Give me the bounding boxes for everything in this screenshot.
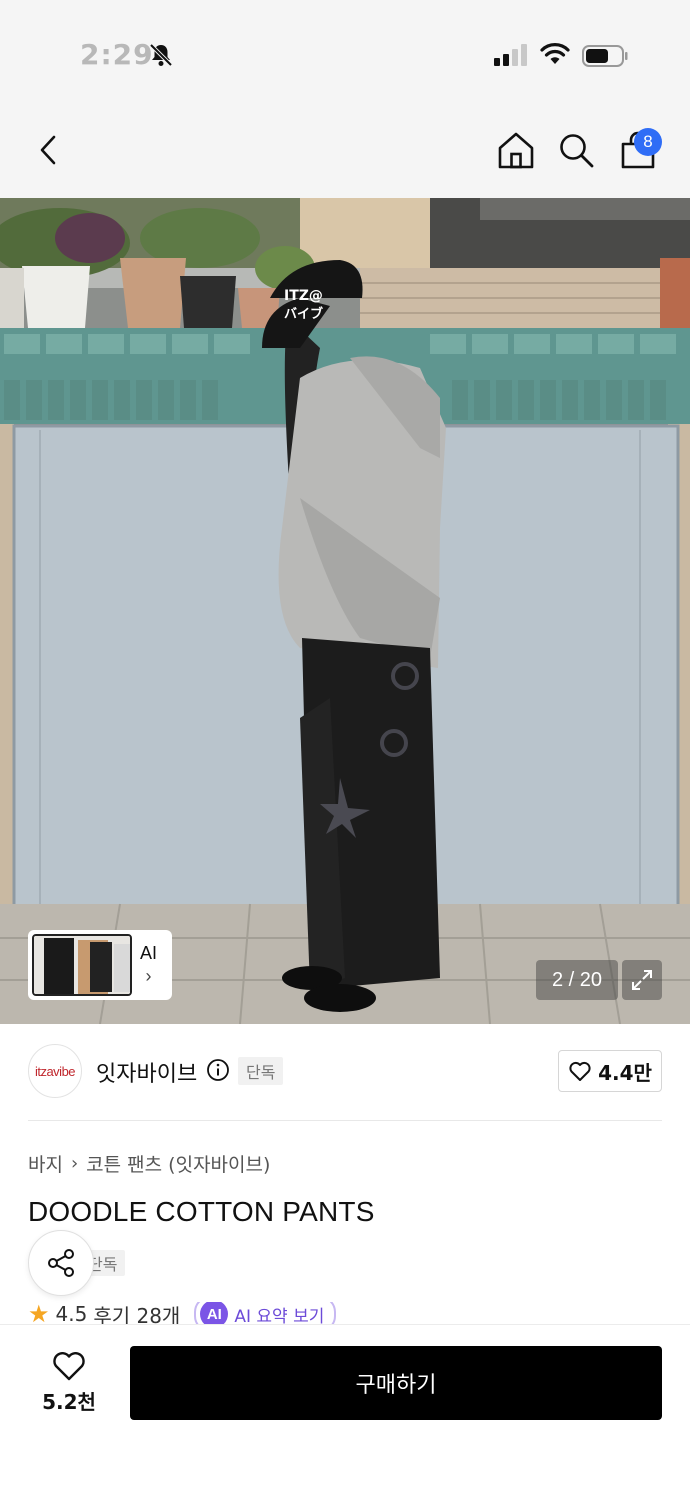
star-icon: ★ — [28, 1302, 50, 1326]
exclusive-tag: 단독 — [238, 1057, 284, 1085]
wishlist-button[interactable]: 5.2천 — [28, 1346, 110, 1418]
wishlist-count: 5.2천 — [42, 1389, 96, 1414]
ai-summary-button[interactable]: AI AI 요약 보기 — [194, 1302, 337, 1327]
product-image[interactable]: ITZ@ バイブ — [0, 198, 690, 1024]
ai-text: AI — [140, 943, 158, 963]
back-icon — [40, 135, 56, 165]
product-photo: ITZ@ バイブ — [0, 198, 690, 1024]
ai-badge-icon: AI — [200, 1302, 229, 1326]
bell-off-icon — [149, 43, 173, 67]
cap-print-line1: ITZ@ — [284, 288, 323, 304]
wifi-icon — [540, 43, 570, 64]
brand-name[interactable]: 잇자바이브 — [96, 1056, 197, 1088]
ai-label: AI › — [140, 943, 157, 987]
status-time: 2:29 — [80, 38, 154, 71]
brand-like-count: 4.4만 — [598, 1060, 652, 1085]
share-button[interactable] — [28, 1230, 94, 1296]
expand-image-button[interactable] — [622, 960, 662, 1000]
buy-button[interactable]: 구매하기 — [130, 1346, 662, 1420]
ai-similar-items-card[interactable]: AI › — [28, 930, 172, 1000]
home-button[interactable] — [494, 128, 538, 172]
back-button[interactable] — [26, 128, 70, 172]
search-icon — [560, 134, 594, 168]
similar-item-thumbnail — [32, 934, 132, 996]
product-title: DOODLE COTTON PANTS — [28, 1196, 375, 1227]
review-count[interactable]: 후기 28개 — [93, 1302, 180, 1327]
breadcrumb-subcategory[interactable]: 코튼 팬츠 (잇자바이브) — [86, 1150, 270, 1177]
top-nav-bar — [0, 110, 690, 198]
brand-logo[interactable]: itzavibe — [28, 1044, 82, 1098]
cart-count-badge: 8 — [634, 128, 662, 156]
search-button[interactable] — [554, 128, 598, 172]
home-icon — [498, 132, 534, 169]
expand-icon — [632, 970, 652, 990]
brand-like-button[interactable]: 4.4만 — [558, 1050, 662, 1092]
heart-icon — [53, 1351, 85, 1380]
signal-icon — [494, 44, 527, 66]
chevron-right-icon: › — [145, 966, 152, 986]
chevron-right-icon: › — [70, 1153, 79, 1174]
divider — [28, 1120, 662, 1121]
breadcrumb: 바지 › 코튼 팬츠 (잇자바이브) — [28, 1150, 270, 1177]
image-pager: 2 / 20 — [536, 960, 618, 1000]
status-bar: 2:29 — [0, 0, 690, 110]
info-icon[interactable] — [206, 1058, 230, 1082]
rating-row[interactable]: ★ 4.5 후기 28개 AI AI 요약 보기 — [28, 1302, 337, 1327]
ai-summary-label: AI 요약 보기 — [234, 1306, 325, 1327]
heart-icon — [569, 1061, 591, 1081]
rating-value: 4.5 — [55, 1302, 88, 1326]
cap-print-line2: バイブ — [284, 306, 323, 322]
breadcrumb-category[interactable]: 바지 — [28, 1150, 63, 1177]
share-icon — [48, 1249, 74, 1277]
battery-icon — [582, 45, 628, 67]
